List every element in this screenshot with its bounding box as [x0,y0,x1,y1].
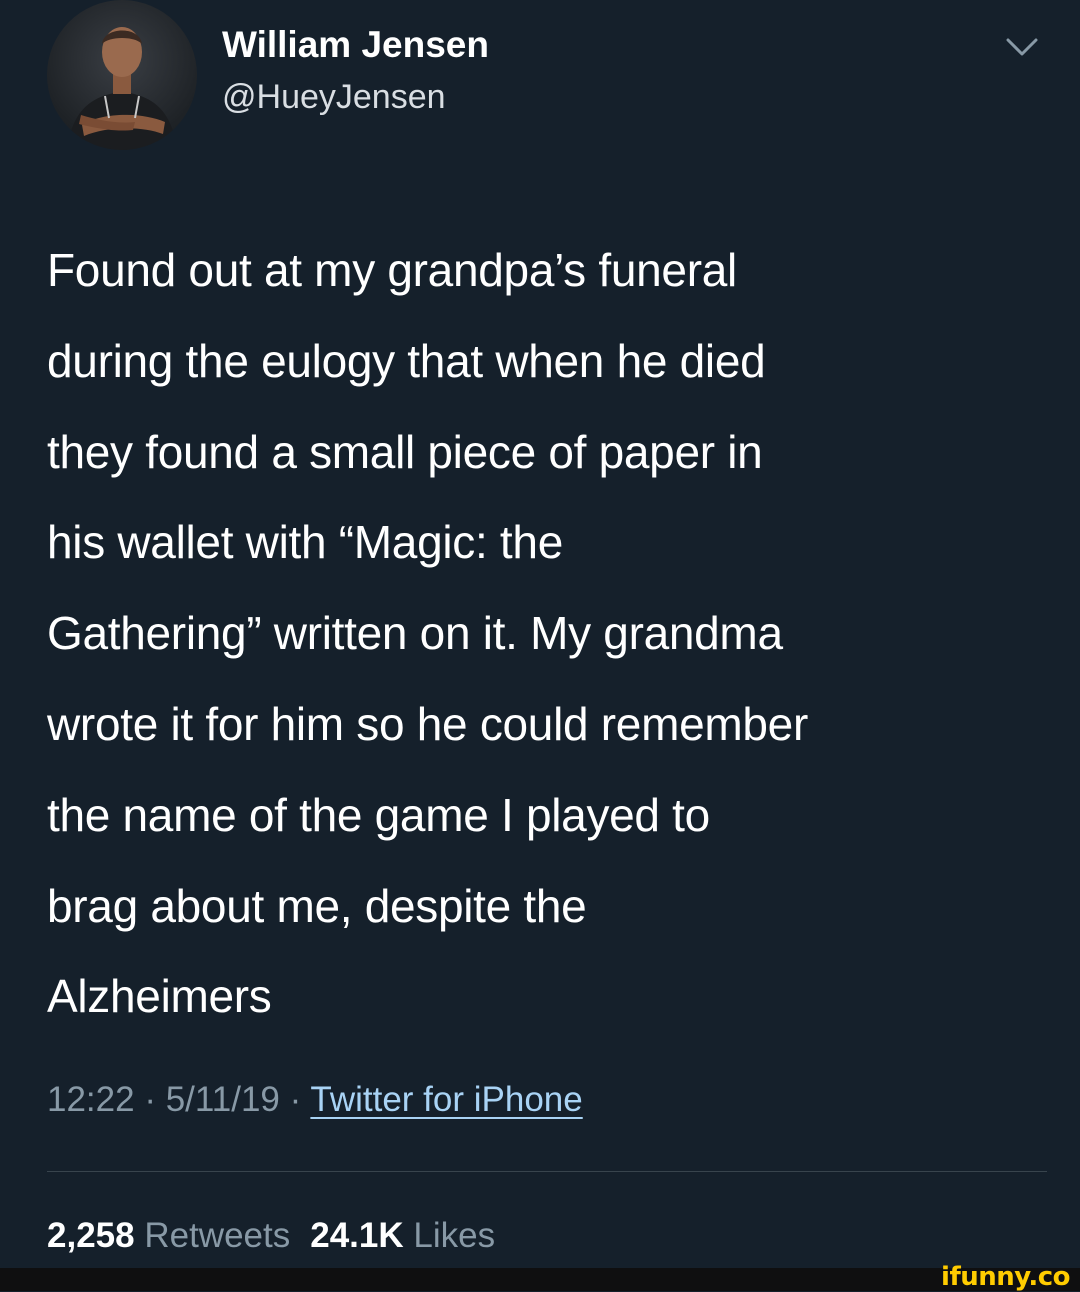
avatar-image [67,27,177,150]
tweet-text-line: Gathering” written on it. My grandma [47,607,783,660]
tweet-time: 12:22 [47,1080,135,1119]
tweet-stats: 2,258 Retweets 24.1K Likes [47,1216,495,1256]
tweet-text-line: the name of the game I played to [47,788,710,841]
meta-separator: · [144,1080,156,1119]
author-handle[interactable]: @HueyJensen [222,78,446,117]
meta-separator: · [289,1080,302,1119]
likes-stat[interactable]: 24.1K Likes [310,1216,495,1255]
tweet-metadata: 12:22 · 5/11/19 · Twitter for iPhone [47,1080,583,1120]
retweets-count: 2,258 [47,1216,135,1255]
avatar[interactable] [47,0,197,150]
ifunny-watermark: ifunny.co [941,1262,1070,1292]
likes-label: Likes [413,1216,496,1255]
tweet-source-link[interactable]: Twitter for iPhone [310,1080,582,1119]
tweet-text-line: wrote it for him so he could remember [47,697,808,750]
tweet-text: Found out at my grandpa’s funeral during… [47,225,1057,1042]
tweet-text-line: during the eulogy that when he died [47,334,766,387]
retweets-label: Retweets [144,1216,291,1255]
tweet-text-line: Found out at my grandpa’s funeral [47,244,737,296]
tweet-text-line: his wallet with “Magic: the [47,516,563,569]
chevron-down-icon[interactable] [1000,32,1044,62]
tweet-text-line: Alzheimers [47,970,272,1023]
likes-count: 24.1K [310,1216,404,1255]
tweet-date: 5/11/19 [165,1080,280,1119]
divider [47,1171,1047,1172]
author-display-name[interactable]: William Jensen [222,24,489,66]
retweets-stat[interactable]: 2,258 Retweets [47,1216,290,1255]
tweet-text-line: brag about me, despite the [47,879,587,932]
watermark-bar [0,1268,1080,1291]
tweet-text-line: they found a small piece of paper in [47,425,763,478]
